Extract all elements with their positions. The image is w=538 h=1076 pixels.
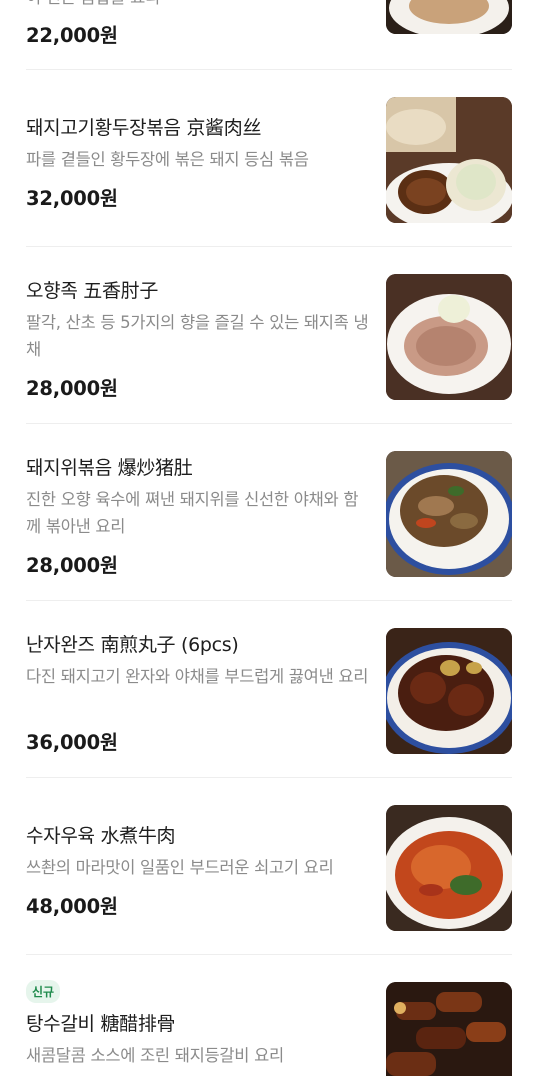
menu-item-description: 쓰촨의 마라맛이 일품인 부드러운 쇠고기 요리 [26, 858, 334, 877]
menu-item-description: 이 인는 음합을 요리 [26, 0, 371, 11]
menu-item-title: 돼지고기황두장볶음 京酱肉丝 [26, 117, 262, 139]
menu-item-title: 수자우육 水煮牛肉 [26, 825, 176, 847]
menu-item-title: 탕수갈비 糖醋排骨 [26, 1013, 176, 1035]
menu-item-photo [386, 805, 512, 931]
menu-item-photo [386, 0, 512, 34]
menu-item-price: 32,000원 [26, 187, 118, 210]
menu-item-price: 48,000원 [26, 895, 118, 918]
menu-item-photo [386, 97, 512, 223]
menu-item-title: 돼지위볶음 爆炒猪肚 [26, 457, 193, 479]
menu-item-photo [386, 628, 512, 754]
menu-item-price: 28,000원 [26, 554, 118, 577]
menu-item-price: 22,000원 [26, 24, 118, 47]
menu-item-photo [386, 982, 512, 1076]
menu-item-description: 진한 오향 육수에 쪄낸 돼지위를 신선한 야채와 함께 볶아낸 요리 [26, 490, 359, 536]
menu-item-description: 다진 돼지고기 완자와 야채를 부드럽게 끓여낸 요리 [26, 667, 369, 686]
menu-item-description: 팔각, 산초 등 5가지의 향을 즐길 수 있는 돼지족 냉채 [26, 313, 369, 359]
menu-item-price: 28,000원 [26, 377, 118, 400]
menu-item-photo [386, 451, 512, 577]
menu-item[interactable]: 돼지고기황두장볶음 京酱肉丝 파를 곁들인 황두장에 볶은 돼지 등심 볶음 3… [0, 70, 538, 246]
menu-item-title: 오향족 五香肘子 [26, 280, 159, 302]
menu-item-title: 난자완즈 南煎丸子 (6pcs) [26, 634, 239, 656]
menu-item[interactable]: 신규 탕수갈비 糖醋排骨 새콤달콤 소스에 조린 돼지등갈비 요리 [0, 955, 538, 1076]
menu-item-description: 새콤달콤 소스에 조린 돼지등갈비 요리 [26, 1046, 284, 1065]
menu-item[interactable]: 난자완즈 南煎丸子 (6pcs) 다진 돼지고기 완자와 야채를 부드럽게 끓여… [0, 601, 538, 777]
menu-item[interactable]: 돼지위볶음 爆炒猪肚 진한 오향 육수에 쪄낸 돼지위를 신선한 야채와 함께 … [0, 424, 538, 600]
menu-item[interactable]: 수자우육 水煮牛肉 쓰촨의 마라맛이 일품인 부드러운 쇠고기 요리 48,00… [0, 778, 538, 954]
menu-list: 이 인는 음합을 요리 22,000원 돼지고기황두장볶음 京酱肉丝 파를 곁들… [0, 0, 538, 1076]
menu-item[interactable]: 오향족 五香肘子 팔각, 산초 등 5가지의 향을 즐길 수 있는 돼지족 냉채… [0, 247, 538, 423]
menu-item-price: 36,000원 [26, 731, 118, 754]
menu-item-description: 파를 곁들인 황두장에 볶은 돼지 등심 볶음 [26, 150, 309, 169]
menu-item-photo [386, 274, 512, 400]
menu-item[interactable]: 이 인는 음합을 요리 22,000원 [0, 0, 538, 70]
new-badge: 신규 [26, 980, 61, 1003]
